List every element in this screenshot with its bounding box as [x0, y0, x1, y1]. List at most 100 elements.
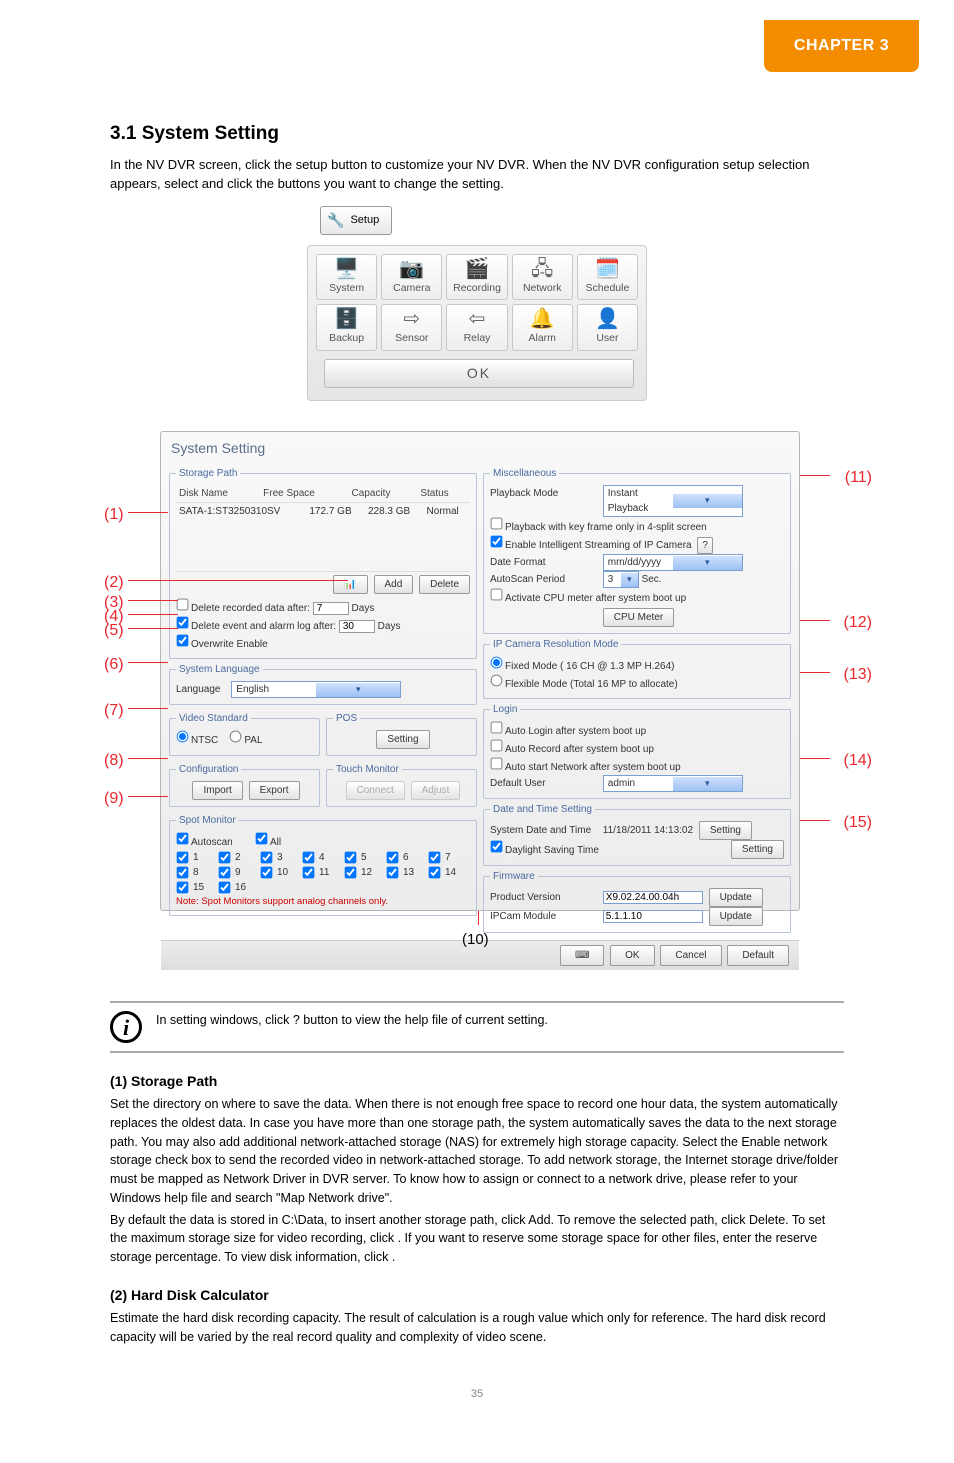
update-ipcam-button[interactable]: Update: [709, 907, 763, 926]
help-button[interactable]: ?: [697, 537, 713, 554]
tab-alarm[interactable]: 🔔Alarm: [512, 304, 573, 351]
spot-ch-11[interactable]: 11: [302, 865, 344, 880]
chevron-down-icon: ▾: [621, 573, 638, 587]
sec-1-head: (1) Storage Path: [110, 1071, 844, 1092]
tab-user[interactable]: 👤User: [577, 304, 638, 351]
language-select[interactable]: English▾: [231, 681, 401, 698]
cpu-meter-button[interactable]: CPU Meter: [603, 608, 674, 627]
group-firmware: Firmware Product Version Update IPCam Mo…: [483, 869, 791, 933]
language-label: Language: [176, 684, 221, 695]
all-checkbox[interactable]: All: [255, 837, 281, 848]
default-user-select[interactable]: admin▾: [603, 775, 743, 792]
autoscan-checkbox[interactable]: Autoscan: [176, 837, 233, 848]
product-version-value: [603, 891, 703, 904]
tab-camera[interactable]: 📷Camera: [381, 254, 442, 301]
spot-ch-3[interactable]: 3: [260, 850, 302, 865]
cpu-meter-checkbox[interactable]: Activate CPU meter after system boot up: [490, 593, 686, 604]
pos-setting-button[interactable]: Setting: [376, 730, 429, 749]
touch-connect-button[interactable]: Connect: [346, 781, 405, 800]
fixed-mode-radio[interactable]: Fixed Mode ( 16 CH @ 1.3 MP H.264): [490, 661, 674, 672]
group-miscellaneous: Miscellaneous Playback Mode Instant Play…: [483, 466, 791, 634]
tab-relay[interactable]: ⇦Relay: [446, 304, 507, 351]
setup-button[interactable]: 🔧 Setup: [320, 206, 392, 235]
tab-sensor[interactable]: ⇨Sensor: [381, 304, 442, 351]
playback-mode-select[interactable]: Instant Playback▾: [603, 485, 743, 517]
tab-recording[interactable]: 🎬Recording: [446, 254, 507, 301]
callout-7: (7): [104, 699, 124, 723]
delete-recorded-checkbox[interactable]: Delete recorded data after:: [176, 603, 310, 614]
chapter-tab: CHAPTER 3: [764, 20, 919, 72]
overwrite-enable-checkbox[interactable]: Overwrite Enable: [176, 639, 268, 650]
tab-network[interactable]: 🖧Network: [512, 254, 573, 301]
sec-2-para: Estimate the hard disk recording capacit…: [110, 1309, 844, 1347]
import-button[interactable]: Import: [192, 781, 242, 800]
dst-checkbox[interactable]: Daylight Saving Time: [490, 845, 599, 856]
spot-ch-16[interactable]: 16: [218, 880, 260, 895]
storage-row[interactable]: SATA-1:ST3250310SV 172.7 GB 228.3 GB Nor…: [176, 503, 470, 520]
storage-info-button[interactable]: 📊: [333, 575, 367, 594]
spot-ch-4[interactable]: 4: [302, 850, 344, 865]
group-ip-resolution: IP Camera Resolution Mode Fixed Mode ( 1…: [483, 637, 791, 699]
alarm-icon: 🔔: [515, 309, 570, 329]
callout-5: (5): [104, 619, 124, 643]
panel-ok-button[interactable]: OK: [324, 359, 634, 388]
callout-8: (8): [104, 749, 124, 773]
spot-ch-13[interactable]: 13: [386, 865, 428, 880]
network-icon: 🖧: [515, 259, 570, 279]
recording-icon: 🎬: [449, 259, 504, 279]
auto-network-checkbox[interactable]: Auto start Network after system boot up: [490, 762, 681, 773]
playback-mode-label: Playback Mode: [490, 486, 600, 501]
spot-ch-9[interactable]: 9: [218, 865, 260, 880]
touch-adjust-button[interactable]: Adjust: [411, 781, 461, 800]
update-product-button[interactable]: Update: [709, 888, 763, 907]
delete-event-checkbox[interactable]: Delete event and alarm log after:: [176, 621, 336, 632]
auto-login-checkbox[interactable]: Auto Login after system boot up: [490, 726, 646, 737]
schedule-icon: 🗓️: [580, 259, 635, 279]
tab-schedule[interactable]: 🗓️Schedule: [577, 254, 638, 301]
group-language: System Language Language English▾: [169, 662, 477, 705]
spot-ch-5[interactable]: 5: [344, 850, 386, 865]
dst-setting-button[interactable]: Setting: [731, 840, 784, 859]
spot-ch-14[interactable]: 14: [428, 865, 470, 880]
autoscan-unit: Sec.: [642, 574, 662, 585]
ipcam-module-label: IPCam Module: [490, 909, 600, 924]
spot-ch-8[interactable]: 8: [176, 865, 218, 880]
relay-icon: ⇦: [449, 309, 504, 329]
flex-mode-radio[interactable]: Flexible Mode (Total 16 MP to allocate): [490, 679, 678, 690]
dialog-default-button[interactable]: Default: [727, 945, 789, 966]
autoscan-period-select[interactable]: 3▾: [603, 571, 639, 588]
system-date-time-label: System Date and Time: [490, 823, 600, 838]
spot-ch-15[interactable]: 15: [176, 880, 218, 895]
group-configuration: Configuration Import Export: [169, 762, 320, 807]
info-note-block: i In setting windows, click ? button to …: [110, 1001, 844, 1053]
delete-recorded-days-input[interactable]: [313, 602, 349, 615]
spot-ch-6[interactable]: 6: [386, 850, 428, 865]
date-format-select[interactable]: mm/dd/yyyy▾: [603, 554, 743, 571]
sec-1-para-1: Set the directory on where to save the d…: [110, 1095, 844, 1208]
tab-system[interactable]: 🖥️System: [316, 254, 377, 301]
pal-radio[interactable]: PAL: [229, 735, 262, 746]
delete-storage-button[interactable]: Delete: [419, 575, 470, 594]
callout-11: (11): [845, 466, 872, 490]
dialog-ok-button[interactable]: OK: [610, 945, 654, 966]
ntsc-radio[interactable]: NTSC: [176, 735, 218, 746]
keyboard-button[interactable]: ⌨: [560, 945, 604, 966]
user-icon: 👤: [580, 309, 635, 329]
spot-ch-7[interactable]: 7: [428, 850, 470, 865]
spot-ch-1[interactable]: 1: [176, 850, 218, 865]
intel-stream-checkbox[interactable]: Enable Intelligent Streaming of IP Camer…: [490, 540, 692, 551]
tab-backup[interactable]: 🗄️Backup: [316, 304, 377, 351]
delete-event-days-input[interactable]: [339, 620, 375, 633]
add-storage-button[interactable]: Add: [374, 575, 414, 594]
group-touch-monitor: Touch Monitor Connect Adjust: [326, 762, 477, 807]
auto-record-checkbox[interactable]: Auto Record after system boot up: [490, 744, 654, 755]
keyframe-checkbox[interactable]: Playback with key frame only in 4-split …: [490, 522, 707, 533]
dialog-cancel-button[interactable]: Cancel: [660, 945, 721, 966]
datetime-setting-button[interactable]: Setting: [699, 821, 752, 840]
export-button[interactable]: Export: [249, 781, 300, 800]
setup-category-panel: 🖥️System 📷Camera 🎬Recording 🖧Network 🗓️S…: [307, 245, 647, 402]
product-version-label: Product Version: [490, 890, 600, 905]
spot-ch-12[interactable]: 12: [344, 865, 386, 880]
spot-ch-10[interactable]: 10: [260, 865, 302, 880]
spot-ch-2[interactable]: 2: [218, 850, 260, 865]
